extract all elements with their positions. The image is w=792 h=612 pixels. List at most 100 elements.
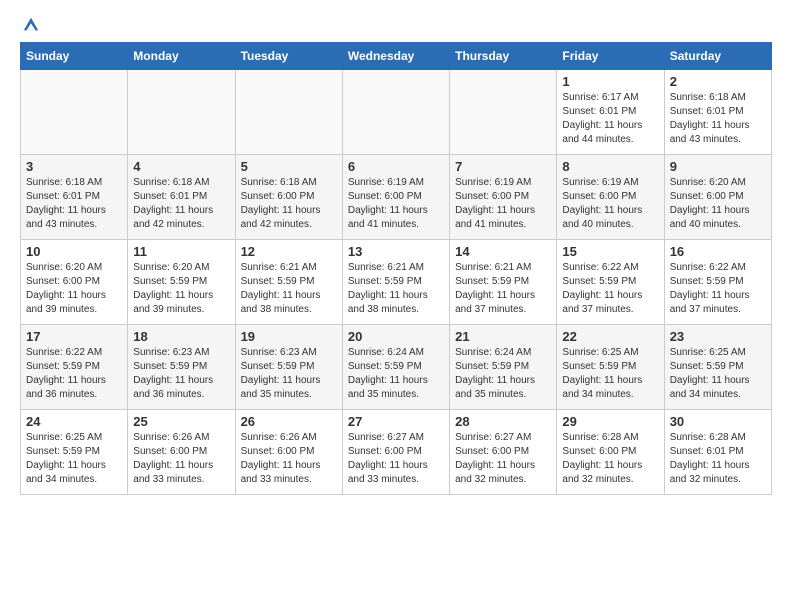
day-number: 6	[348, 159, 444, 174]
day-number: 30	[670, 414, 766, 429]
day-info: Sunrise: 6:24 AMSunset: 5:59 PMDaylight:…	[348, 346, 444, 402]
calendar-cell: 4 Sunrise: 6:18 AMSunset: 6:01 PMDaylight…	[128, 155, 235, 240]
day-number: 16	[670, 244, 766, 259]
calendar-cell: 9 Sunrise: 6:20 AMSunset: 6:00 PMDaylight…	[664, 155, 771, 240]
calendar-table: SundayMondayTuesdayWednesdayThursdayFrid…	[20, 42, 772, 495]
calendar-header-wednesday: Wednesday	[342, 43, 449, 70]
day-info: Sunrise: 6:20 AMSunset: 6:00 PMDaylight:…	[26, 261, 122, 317]
day-number: 27	[348, 414, 444, 429]
calendar-header-tuesday: Tuesday	[235, 43, 342, 70]
calendar-week-1: 1 Sunrise: 6:17 AMSunset: 6:01 PMDaylight…	[21, 70, 772, 155]
day-info: Sunrise: 6:28 AMSunset: 6:01 PMDaylight:…	[670, 431, 766, 487]
day-number: 5	[241, 159, 337, 174]
calendar-cell: 15 Sunrise: 6:22 AMSunset: 5:59 PMDayligh…	[557, 240, 664, 325]
day-number: 25	[133, 414, 229, 429]
calendar-cell	[128, 70, 235, 155]
day-info: Sunrise: 6:22 AMSunset: 5:59 PMDaylight:…	[670, 261, 766, 317]
calendar-header-friday: Friday	[557, 43, 664, 70]
calendar-cell: 6 Sunrise: 6:19 AMSunset: 6:00 PMDaylight…	[342, 155, 449, 240]
calendar-cell: 26Sunrise: 6:26 AMSunset: 6:00 PMDayligh…	[235, 410, 342, 495]
calendar-cell: 3Sunrise: 6:18 AMSunset: 6:01 PMDaylight…	[21, 155, 128, 240]
calendar-header-thursday: Thursday	[450, 43, 557, 70]
day-info: Sunrise: 6:17 AMSunset: 6:01 PMDaylight:…	[562, 91, 658, 147]
calendar-week-2: 3Sunrise: 6:18 AMSunset: 6:01 PMDaylight…	[21, 155, 772, 240]
day-number: 10	[26, 244, 122, 259]
calendar-cell: 29 Sunrise: 6:28 AMSunset: 6:00 PMDayligh…	[557, 410, 664, 495]
calendar-cell: 18 Sunrise: 6:23 AMSunset: 5:59 PMDayligh…	[128, 325, 235, 410]
calendar-cell: 19 Sunrise: 6:23 AMSunset: 5:59 PMDayligh…	[235, 325, 342, 410]
day-number: 20	[348, 329, 444, 344]
day-info: Sunrise: 6:20 AMSunset: 5:59 PMDaylight:…	[133, 261, 229, 317]
day-info: Sunrise: 6:25 AMSunset: 5:59 PMDaylight:…	[562, 346, 658, 402]
day-number: 29	[562, 414, 658, 429]
day-number: 12	[241, 244, 337, 259]
day-info: Sunrise: 6:25 AMSunset: 5:59 PMDaylight:…	[26, 431, 122, 487]
day-info: Sunrise: 6:19 AMSunset: 6:00 PMDaylight:…	[348, 176, 444, 232]
calendar-cell	[235, 70, 342, 155]
calendar-cell: 1 Sunrise: 6:17 AMSunset: 6:01 PMDaylight…	[557, 70, 664, 155]
day-number: 2	[670, 74, 766, 89]
calendar-cell: 28 Sunrise: 6:27 AMSunset: 6:00 PMDayligh…	[450, 410, 557, 495]
calendar-week-4: 17 Sunrise: 6:22 AMSunset: 5:59 PMDayligh…	[21, 325, 772, 410]
day-number: 19	[241, 329, 337, 344]
calendar-cell: 5 Sunrise: 6:18 AMSunset: 6:00 PMDaylight…	[235, 155, 342, 240]
day-number: 9	[670, 159, 766, 174]
day-info: Sunrise: 6:23 AMSunset: 5:59 PMDaylight:…	[133, 346, 229, 402]
calendar-cell: 14 Sunrise: 6:21 AMSunset: 5:59 PMDayligh…	[450, 240, 557, 325]
day-info: Sunrise: 6:28 AMSunset: 6:00 PMDaylight:…	[562, 431, 658, 487]
day-info: Sunrise: 6:20 AMSunset: 6:00 PMDaylight:…	[670, 176, 766, 232]
calendar-cell: 10 Sunrise: 6:20 AMSunset: 6:00 PMDayligh…	[21, 240, 128, 325]
day-info: Sunrise: 6:27 AMSunset: 6:00 PMDaylight:…	[348, 431, 444, 487]
day-info: Sunrise: 6:18 AMSunset: 6:00 PMDaylight:…	[241, 176, 337, 232]
day-number: 15	[562, 244, 658, 259]
day-number: 1	[562, 74, 658, 89]
day-info: Sunrise: 6:21 AMSunset: 5:59 PMDaylight:…	[241, 261, 337, 317]
calendar-cell	[21, 70, 128, 155]
day-info: Sunrise: 6:22 AMSunset: 5:59 PMDaylight:…	[26, 346, 122, 402]
day-number: 22	[562, 329, 658, 344]
day-info: Sunrise: 6:26 AMSunset: 6:00 PMDaylight:…	[133, 431, 229, 487]
day-info: Sunrise: 6:26 AMSunset: 6:00 PMDaylight:…	[241, 431, 337, 487]
day-info: Sunrise: 6:18 AMSunset: 6:01 PMDaylight:…	[133, 176, 229, 232]
calendar-header-monday: Monday	[128, 43, 235, 70]
day-info: Sunrise: 6:22 AMSunset: 5:59 PMDaylight:…	[562, 261, 658, 317]
day-info: Sunrise: 6:23 AMSunset: 5:59 PMDaylight:…	[241, 346, 337, 402]
day-number: 21	[455, 329, 551, 344]
calendar-cell: 11Sunrise: 6:20 AMSunset: 5:59 PMDayligh…	[128, 240, 235, 325]
calendar-cell: 23 Sunrise: 6:25 AMSunset: 5:59 PMDayligh…	[664, 325, 771, 410]
calendar-cell: 20 Sunrise: 6:24 AMSunset: 5:59 PMDayligh…	[342, 325, 449, 410]
calendar-cell: 7Sunrise: 6:19 AMSunset: 6:00 PMDaylight…	[450, 155, 557, 240]
day-number: 18	[133, 329, 229, 344]
day-number: 28	[455, 414, 551, 429]
day-number: 23	[670, 329, 766, 344]
calendar-header-saturday: Saturday	[664, 43, 771, 70]
calendar-cell: 21Sunrise: 6:24 AMSunset: 5:59 PMDayligh…	[450, 325, 557, 410]
day-number: 8	[562, 159, 658, 174]
day-info: Sunrise: 6:21 AMSunset: 5:59 PMDaylight:…	[455, 261, 551, 317]
calendar-cell: 22 Sunrise: 6:25 AMSunset: 5:59 PMDayligh…	[557, 325, 664, 410]
calendar-cell	[342, 70, 449, 155]
day-info: Sunrise: 6:18 AMSunset: 6:01 PMDaylight:…	[26, 176, 122, 232]
calendar-cell: 12 Sunrise: 6:21 AMSunset: 5:59 PMDayligh…	[235, 240, 342, 325]
day-info: Sunrise: 6:19 AMSunset: 6:00 PMDaylight:…	[455, 176, 551, 232]
day-number: 14	[455, 244, 551, 259]
calendar-week-5: 24Sunrise: 6:25 AMSunset: 5:59 PMDayligh…	[21, 410, 772, 495]
calendar-cell: 24Sunrise: 6:25 AMSunset: 5:59 PMDayligh…	[21, 410, 128, 495]
calendar-cell: 25 Sunrise: 6:26 AMSunset: 6:00 PMDayligh…	[128, 410, 235, 495]
calendar-cell: 13 Sunrise: 6:21 AMSunset: 5:59 PMDayligh…	[342, 240, 449, 325]
day-number: 13	[348, 244, 444, 259]
calendar-header-sunday: Sunday	[21, 43, 128, 70]
day-number: 4	[133, 159, 229, 174]
page-header	[20, 20, 772, 32]
day-number: 17	[26, 329, 122, 344]
calendar-cell: 2 Sunrise: 6:18 AMSunset: 6:01 PMDaylight…	[664, 70, 771, 155]
logo-icon	[22, 16, 40, 34]
day-info: Sunrise: 6:21 AMSunset: 5:59 PMDaylight:…	[348, 261, 444, 317]
calendar-cell: 16 Sunrise: 6:22 AMSunset: 5:59 PMDayligh…	[664, 240, 771, 325]
calendar-week-3: 10 Sunrise: 6:20 AMSunset: 6:00 PMDayligh…	[21, 240, 772, 325]
calendar-cell	[450, 70, 557, 155]
day-info: Sunrise: 6:27 AMSunset: 6:00 PMDaylight:…	[455, 431, 551, 487]
calendar-cell: 17 Sunrise: 6:22 AMSunset: 5:59 PMDayligh…	[21, 325, 128, 410]
day-info: Sunrise: 6:18 AMSunset: 6:01 PMDaylight:…	[670, 91, 766, 147]
day-info: Sunrise: 6:25 AMSunset: 5:59 PMDaylight:…	[670, 346, 766, 402]
